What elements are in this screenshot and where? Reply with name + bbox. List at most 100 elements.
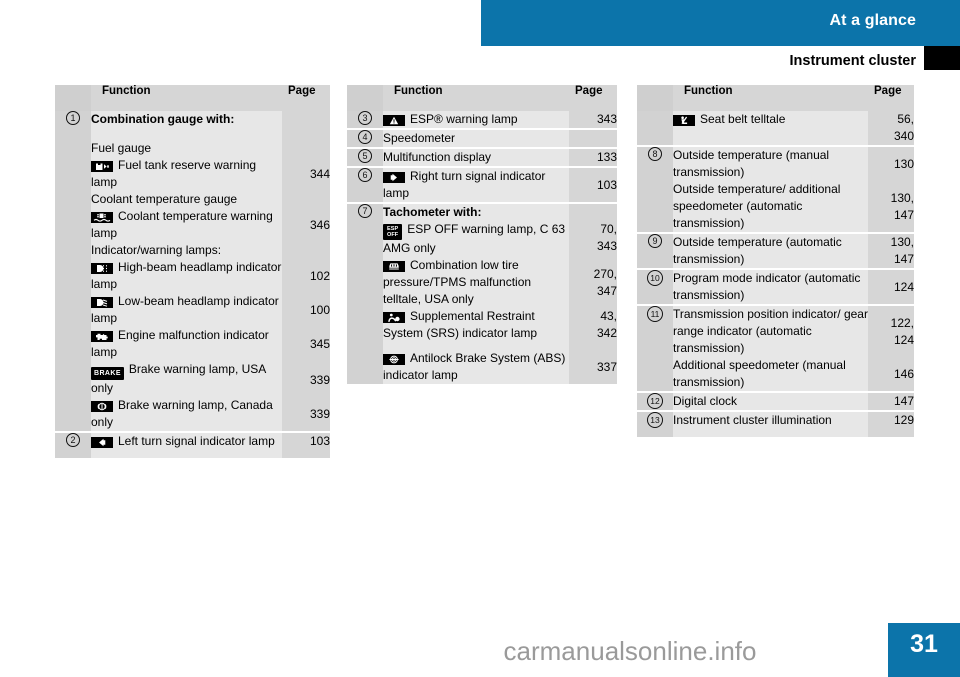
- page-ref: 103: [569, 166, 617, 203]
- item-number: [55, 208, 91, 242]
- page-ref: 130, 147: [868, 181, 914, 233]
- table-row: 13 Instrument cluster illumination 129: [637, 410, 914, 437]
- page-ref: 133: [569, 147, 617, 167]
- header-item-number: [55, 85, 91, 111]
- function-text: Program mode indicator (automatic transm…: [673, 268, 868, 305]
- function-label: High-beam headlamp indicator lamp: [91, 260, 282, 291]
- function-text: ESP OFF ESP OFF warning lamp, C 63 AMG onl…: [383, 221, 569, 257]
- item-number: [347, 221, 383, 257]
- header-item-number: [637, 85, 673, 111]
- item-number: [637, 357, 673, 392]
- page-ref: 102: [282, 259, 330, 293]
- table-row: 5 Multifunction display 133: [347, 147, 617, 167]
- page-ref: 339: [282, 361, 330, 397]
- esp-off-icon: ESP OFF: [383, 224, 403, 240]
- item-number: 8: [637, 145, 673, 181]
- table-row: Coolant temperature warning lamp 346: [55, 208, 330, 242]
- table-row: 6 Right turn signal indicator lamp 103: [347, 166, 617, 203]
- table-row: High-beam headlamp indicator lamp 102: [55, 259, 330, 293]
- header-function: Function: [91, 85, 282, 111]
- table-row: Additional speedometer (manual transmiss…: [637, 357, 914, 392]
- function-text: Transmission position indicator/ gear ra…: [673, 304, 868, 357]
- page-ref: 346: [282, 208, 330, 242]
- item-number: 1: [55, 111, 91, 128]
- item-number: [55, 242, 91, 259]
- item-number: 4: [347, 128, 383, 148]
- table-row: Engine malfunction indicator lamp 345: [55, 327, 330, 361]
- function-label: ESP OFF warning lamp, C 63 AMG only: [383, 222, 566, 255]
- function-label: Fuel tank reserve warning lamp: [91, 158, 257, 189]
- function-label: ESP® warning lamp: [410, 112, 518, 126]
- function-label: Coolant temperature warning lamp: [91, 209, 273, 240]
- circled-number: 8: [648, 147, 662, 161]
- page-ref: 146: [868, 357, 914, 392]
- page-ref: 129: [868, 410, 914, 437]
- table-row: 8 Outside temperature (manual transmissi…: [637, 145, 914, 181]
- item-number: [55, 397, 91, 432]
- item-number: [637, 111, 673, 146]
- page-ref: 339: [282, 397, 330, 432]
- circled-number: 4: [358, 130, 372, 144]
- right-turn-signal-icon: [383, 172, 405, 183]
- page-ref: 130, 147: [868, 232, 914, 269]
- site-watermark: carmanualsonline.info: [503, 636, 757, 666]
- function-text: Right turn signal indicator lamp: [383, 166, 569, 203]
- function-text: Outside temperature (automatic transmiss…: [673, 232, 868, 269]
- page-ref: 130: [868, 145, 914, 181]
- function-text: Coolant temperature warning lamp: [91, 208, 282, 242]
- page-ref: 100: [282, 293, 330, 327]
- manual-page: At a glance Instrument cluster Function …: [0, 0, 960, 677]
- page-number: 31: [910, 630, 938, 658]
- brake-warning-usa-icon: BRAKE: [91, 367, 124, 380]
- left-turn-signal-icon: [91, 437, 113, 448]
- item-number: 12: [637, 391, 673, 411]
- abs-icon: [383, 354, 405, 365]
- low-tire-pressure-icon: [383, 261, 405, 272]
- function-text: Brake warning lamp, Canada only: [91, 397, 282, 432]
- table-row: Outside temperature/ additional speedome…: [637, 181, 914, 233]
- item-number: 11: [637, 304, 673, 357]
- header-page: Page: [569, 85, 617, 111]
- function-text: Left turn signal indicator lamp: [91, 431, 282, 458]
- table-row: Supplemental Restraint System (SRS) indi…: [347, 308, 617, 350]
- page-ref: [569, 128, 617, 148]
- chapter-tab-marker: [924, 46, 960, 70]
- function-page-table-2: Function Page 3 ESP® warning lamp 343 4 …: [347, 85, 617, 384]
- header-item-number: [347, 85, 383, 111]
- item-number: [55, 293, 91, 327]
- function-text: Fuel tank reserve warning lamp: [91, 157, 282, 191]
- item-number: 7: [347, 202, 383, 221]
- page-ref: 43, 342: [569, 308, 617, 350]
- function-page-table-3: Function Page Seat belt telltale 56, 340…: [637, 85, 914, 437]
- circled-number: 5: [358, 149, 372, 163]
- table-row: 2 Left turn signal indicator lamp 103: [55, 431, 330, 458]
- table-row: BRAKE Brake warning lamp, USA only 339: [55, 361, 330, 397]
- section-title: At a glance: [829, 12, 916, 29]
- function-text: Low-beam headlamp indicator lamp: [91, 293, 282, 327]
- table-row: 1 Combination gauge with:: [55, 111, 330, 128]
- item-number: 10: [637, 268, 673, 305]
- item-number: 3: [347, 111, 383, 129]
- item-number: [55, 128, 91, 157]
- low-beam-headlamp-icon: [91, 297, 113, 308]
- function-text: BRAKE Brake warning lamp, USA only: [91, 361, 282, 397]
- table-row: Indicator/warning lamps:: [55, 242, 330, 259]
- function-text: Supplemental Restraint System (SRS) indi…: [383, 308, 569, 350]
- page-ref: 103: [282, 431, 330, 458]
- circled-number: 2: [66, 433, 80, 447]
- table-row: Brake warning lamp, Canada only 339: [55, 397, 330, 432]
- circled-number: 11: [647, 306, 663, 322]
- function-text: High-beam headlamp indicator lamp: [91, 259, 282, 293]
- function-text: Combination low tire pressure/TPMS malfu…: [383, 257, 569, 308]
- function-page-table-1: Function Page 1 Combination gauge with: …: [55, 85, 330, 458]
- function-text: Tachometer with:: [383, 202, 569, 221]
- page-ref: [282, 111, 330, 128]
- circled-number: 3: [358, 111, 372, 125]
- function-text: Indicator/warning lamps:: [91, 242, 282, 259]
- table-header-row: Function Page: [637, 85, 914, 111]
- table-row: ESP OFF ESP OFF warning lamp, C 63 AMG onl…: [347, 221, 617, 257]
- circled-number: 1: [66, 111, 80, 125]
- function-label: Low-beam headlamp indicator lamp: [91, 294, 279, 325]
- function-text: Coolant temperature gauge: [91, 191, 282, 208]
- function-text: Combination gauge with:: [91, 111, 282, 128]
